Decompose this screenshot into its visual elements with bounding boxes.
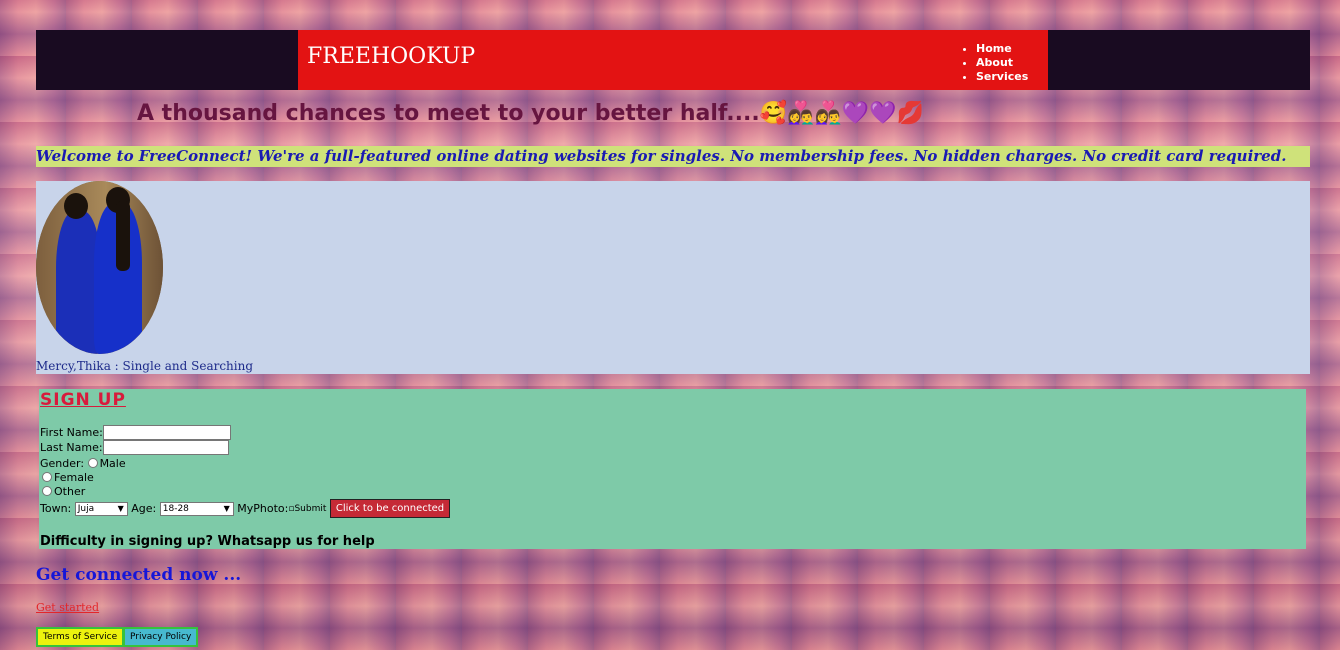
site-header: FREEHOOKUP Home About Services bbox=[36, 30, 1310, 90]
gender-other-radio[interactable] bbox=[42, 486, 52, 496]
chevron-down-icon: ▼ bbox=[117, 503, 124, 513]
first-name-input[interactable] bbox=[102, 425, 231, 440]
signup-help-text: Difficulty in signing up? Whatsapp us fo… bbox=[40, 534, 375, 549]
town-select-value: Juja bbox=[77, 503, 95, 514]
signup-title: SIGN UP bbox=[40, 390, 126, 410]
chevron-down-icon: ▼ bbox=[223, 503, 230, 513]
gender-male-radio[interactable] bbox=[87, 458, 98, 468]
profile-photo bbox=[36, 181, 163, 354]
nav-link-home[interactable]: Home bbox=[976, 42, 1012, 55]
age-label: Age: bbox=[131, 502, 157, 515]
gender-row: Gender: Male bbox=[40, 456, 126, 470]
signup-form: SIGN UP First Name: Last Name: Gender: M… bbox=[39, 389, 1306, 549]
first-name-label: First Name: bbox=[40, 426, 103, 439]
gender-other-row: Other bbox=[42, 484, 85, 498]
gender-male-label: Male bbox=[99, 456, 126, 470]
photo-label: MyPhoto: bbox=[237, 502, 289, 515]
gender-female-radio[interactable] bbox=[42, 472, 52, 482]
profile-card: Mercy,Thika : Single and Searching bbox=[36, 181, 1310, 374]
age-select-value: 18-28 bbox=[162, 503, 189, 514]
last-name-row: Last Name: bbox=[40, 440, 229, 455]
last-name-label: Last Name: bbox=[40, 441, 103, 454]
gender-label: Gender: bbox=[40, 456, 85, 470]
submit-image-button[interactable]: ▫Submit bbox=[288, 504, 326, 514]
nav-item-about[interactable]: About bbox=[976, 56, 1028, 70]
nav-item-services[interactable]: Services bbox=[976, 70, 1028, 84]
details-row: Town: Juja ▼ Age: 18-28 ▼ MyPhoto:▫Submit … bbox=[40, 499, 451, 518]
last-name-input[interactable] bbox=[102, 440, 229, 455]
get-started-link[interactable]: Get started bbox=[36, 601, 99, 614]
connect-button[interactable]: Click to be connected bbox=[329, 499, 451, 518]
terms-of-service-button[interactable]: Terms of Service bbox=[36, 627, 125, 647]
submit-image-alt: Submit bbox=[294, 503, 327, 514]
site-logo-text: FREEHOOKUP bbox=[307, 44, 476, 69]
town-select[interactable]: Juja ▼ bbox=[74, 501, 128, 516]
privacy-policy-button[interactable]: Privacy Policy bbox=[123, 627, 199, 647]
nav-link-about[interactable]: About bbox=[976, 56, 1013, 69]
gender-other-label: Other bbox=[54, 484, 86, 498]
brand-bar: FREEHOOKUP Home About Services bbox=[298, 30, 1048, 90]
gender-female-label: Female bbox=[54, 470, 94, 484]
age-select[interactable]: 18-28 ▼ bbox=[159, 501, 234, 516]
tagline-heading: A thousand chances to meet to your bette… bbox=[137, 101, 925, 126]
gender-female-row: Female bbox=[42, 470, 94, 484]
profile-caption: Mercy,Thika : Single and Searching bbox=[36, 359, 254, 373]
main-nav: Home About Services bbox=[958, 42, 1028, 84]
nav-link-services[interactable]: Services bbox=[976, 70, 1028, 83]
town-label: Town: bbox=[40, 502, 72, 515]
nav-item-home[interactable]: Home bbox=[976, 42, 1028, 56]
welcome-banner: Welcome to FreeConnect! We're a full-fea… bbox=[36, 146, 1310, 167]
first-name-row: First Name: bbox=[40, 425, 231, 440]
get-connected-heading: Get connected now ... bbox=[36, 565, 242, 585]
